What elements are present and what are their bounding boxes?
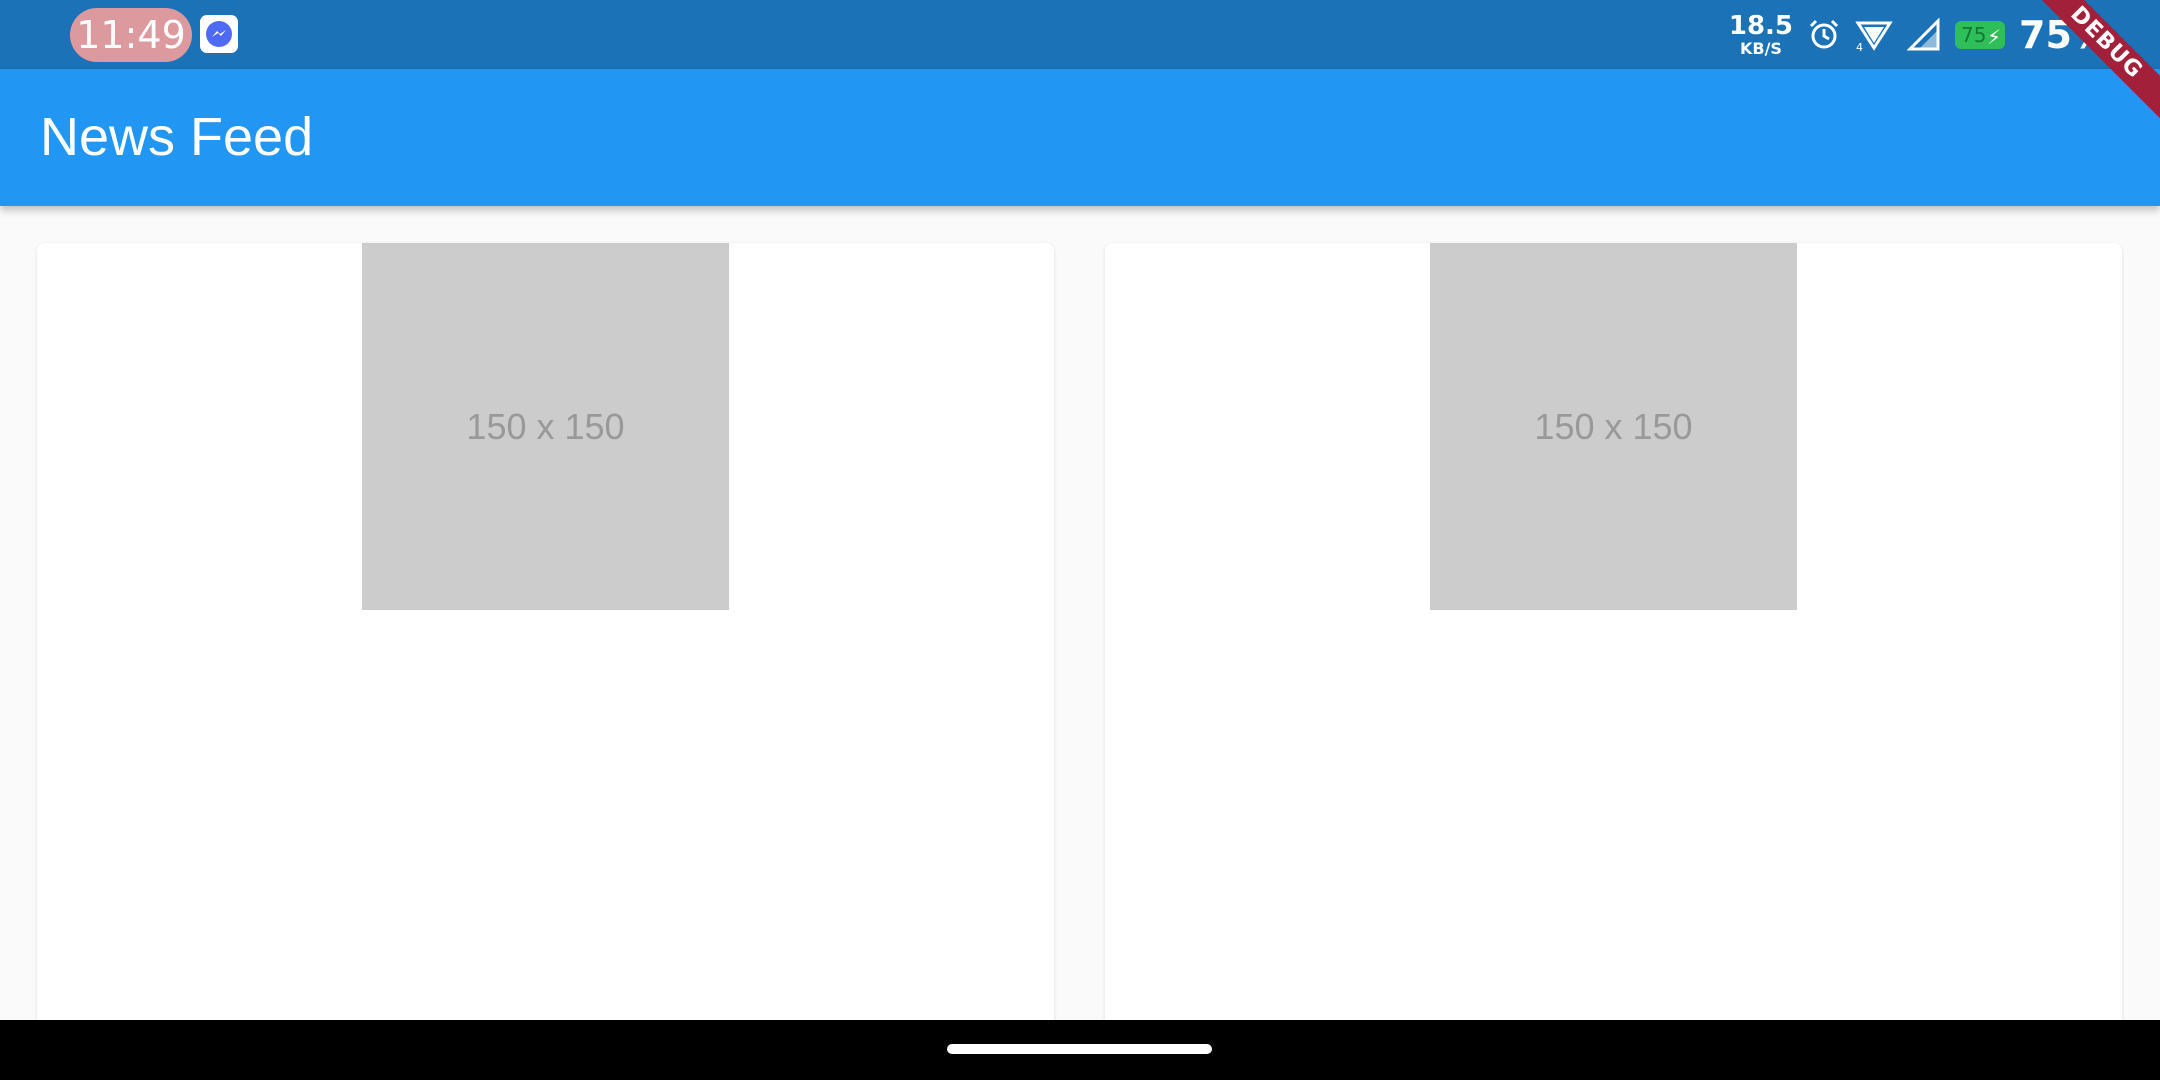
home-indicator[interactable] [947,1044,1212,1054]
network-speed-value: 18.5 [1728,10,1794,41]
news-image-placeholder: 150 x 150 [1430,243,1797,610]
image-placeholder-label: 150 x 150 [466,405,625,447]
network-speed-unit: KB/S [1739,38,1782,58]
alarm-icon [1809,19,1839,48]
battery-level: 75 [1961,22,1987,47]
status-bar: 11:49 18.5 KB/S 4 75 ⚡ 75% [0,0,2160,69]
cell-signal-icon [1907,17,1940,50]
page-title: News Feed [40,107,314,167]
network-speed: 18.5 KB/S [1729,13,1793,57]
image-placeholder-label: 150 x 150 [1534,405,1693,447]
system-nav-bar [0,1020,2160,1080]
status-time: 11:49 [70,8,192,62]
signal-badge: 4 [1856,41,1863,52]
news-feed-list[interactable]: 150 x 150 150 x 150 [0,206,2160,1020]
news-image-placeholder: 150 x 150 [362,243,729,610]
screen: 11:49 18.5 KB/S 4 75 ⚡ 75% DEBUG News Fe… [0,0,2160,1080]
news-card[interactable]: 150 x 150 [37,243,1054,1020]
news-card[interactable]: 150 x 150 [1105,243,2122,1020]
charging-bolt-icon: ⚡ [1986,24,2002,49]
wifi-icon: 4 [1855,21,1893,52]
app-bar: News Feed [0,69,2160,206]
battery-icon: 75 ⚡ [1955,20,2006,49]
messenger-icon [200,15,238,53]
